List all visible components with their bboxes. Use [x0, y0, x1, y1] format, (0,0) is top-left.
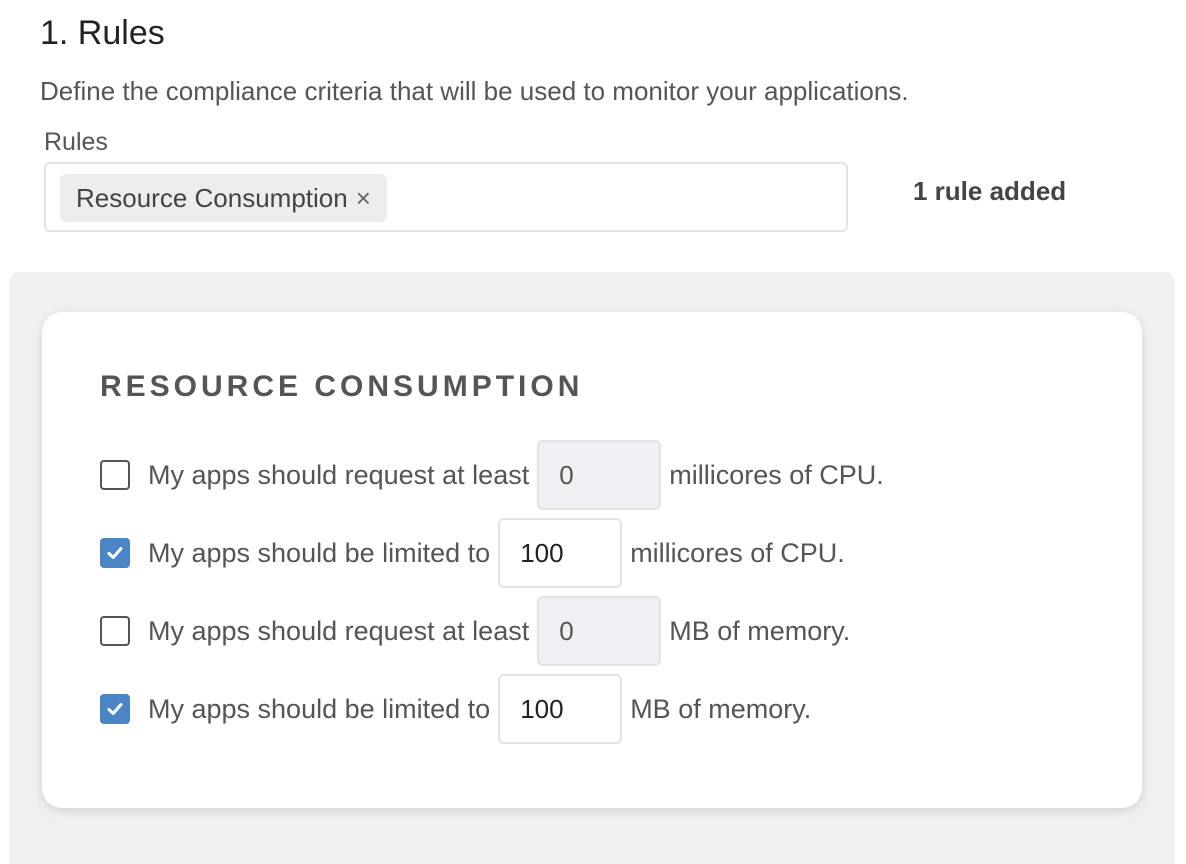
rule-tag-resource-consumption: Resource Consumption ×	[60, 174, 387, 222]
rule-row-memory-limit: My apps should be limited to MB of memor…	[100, 674, 811, 744]
rule-row-text: My apps should be limited to	[148, 693, 491, 724]
checkmark-icon	[107, 547, 123, 559]
cpu-request-checkbox[interactable]	[100, 460, 130, 490]
rules-field-label: Rules	[44, 128, 108, 156]
memory-limit-input[interactable]	[498, 674, 623, 744]
rules-select[interactable]: Resource Consumption ×	[44, 162, 848, 232]
resource-consumption-card: RESOURCE CONSUMPTION My apps should requ…	[42, 312, 1142, 808]
rule-row-text: My apps should be limited to	[148, 537, 491, 568]
memory-limit-checkbox[interactable]	[100, 694, 130, 724]
section-description: Define the compliance criteria that will…	[40, 76, 909, 106]
memory-request-input[interactable]	[537, 596, 662, 666]
rule-row-unit: MB of memory.	[630, 693, 812, 724]
rule-row-unit: millicores of CPU.	[669, 459, 884, 490]
rule-row-memory-request: My apps should request at least MB of me…	[100, 596, 850, 666]
cpu-limit-checkbox[interactable]	[100, 538, 130, 568]
close-icon[interactable]: ×	[356, 185, 371, 211]
rule-count-text: 1 rule added	[913, 176, 1067, 206]
rules-page: 1. Rules Define the compliance criteria …	[0, 0, 1186, 864]
card-title: RESOURCE CONSUMPTION	[100, 370, 584, 403]
rule-row-cpu-limit: My apps should be limited to millicores …	[100, 518, 845, 588]
rule-row-text: My apps should request at least	[148, 459, 530, 490]
rule-row-unit: millicores of CPU.	[630, 537, 845, 568]
cpu-limit-input[interactable]	[498, 518, 623, 588]
rule-row-cpu-request: My apps should request at least millicor…	[100, 440, 884, 510]
section-title: 1. Rules	[40, 14, 165, 52]
cpu-request-input[interactable]	[537, 440, 662, 510]
rule-row-unit: MB of memory.	[669, 615, 851, 646]
memory-request-checkbox[interactable]	[100, 616, 130, 646]
rule-row-text: My apps should request at least	[148, 615, 530, 646]
checkmark-icon	[107, 703, 123, 715]
rule-tag-label: Resource Consumption	[76, 182, 348, 213]
